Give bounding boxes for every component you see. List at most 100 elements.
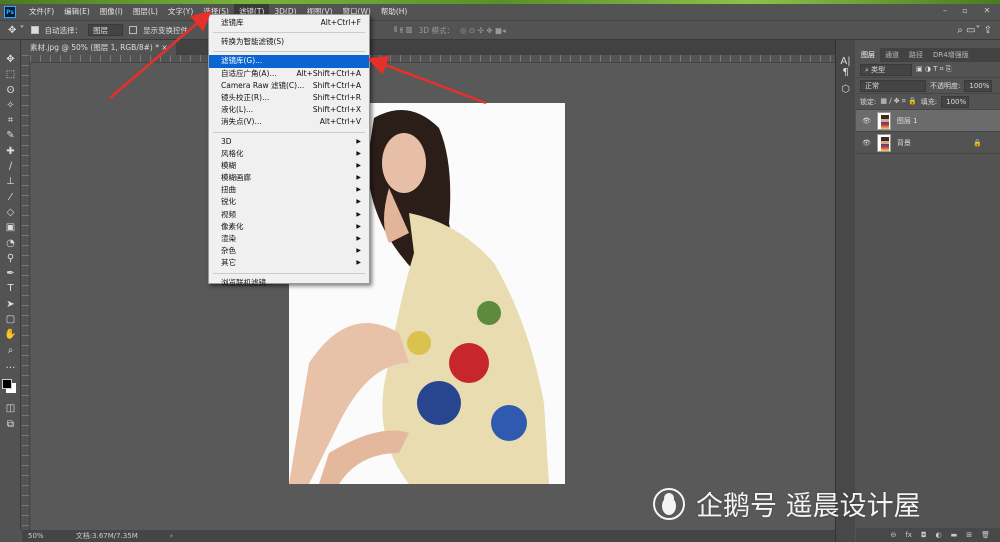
new-layer-icon[interactable]: ⊞ (966, 528, 972, 542)
tool-icon[interactable]: ∕ (0, 159, 21, 174)
filter-menu-item[interactable]: 消失点(V)... Alt+Ctrl+V (209, 116, 369, 128)
filter-menu-item[interactable]: 自适应广角(A)... Alt+Shift+Ctrl+A (209, 68, 369, 80)
trash-icon[interactable]: 🗑 (981, 528, 990, 542)
search-icon[interactable]: ⌕ ▭˅ ⇪ (957, 25, 992, 36)
menu-item-shortcut: Alt+Shift+Ctrl+A (296, 68, 361, 78)
menu-item-label: 3D (221, 136, 232, 146)
auto-select-dropdown[interactable]: 图层 (88, 24, 124, 36)
filter-submenu-item[interactable]: 锐化 ▶ (209, 196, 369, 208)
tool-icon[interactable]: T (0, 281, 21, 296)
menu-item-label: 滤镜库 (221, 18, 244, 27)
filter-menu-item[interactable]: Camera Raw 滤镜(C)... Shift+Ctrl+A (209, 80, 369, 92)
filter-menu-item[interactable]: 转换为智能滤镜(S) (209, 36, 369, 48)
tool-icon[interactable]: ʘ (0, 83, 21, 98)
filter-menu-item[interactable]: 滤镜库(G)... (209, 55, 369, 68)
visibility-eye-icon[interactable]: 👁 (862, 117, 871, 125)
tool-icon[interactable]: ⬚ (0, 67, 21, 82)
mask-icon[interactable]: ◘ (921, 528, 927, 542)
tab-dr4[interactable]: DR4增强版 (928, 48, 974, 62)
show-transform-checkbox[interactable] (129, 26, 138, 34)
tool-icon[interactable]: ◇ (0, 205, 21, 220)
align-icons[interactable]: ⫴ ⫵ ▥ (394, 25, 412, 35)
layer-row[interactable]: 👁 图层 1 (856, 110, 1000, 132)
filter-submenu-item[interactable]: 渲染 ▶ (209, 233, 369, 245)
layer-row[interactable]: 👁 背景 🔒 (856, 132, 1000, 154)
character-panel-icon[interactable]: A| (836, 56, 855, 67)
menu-type[interactable]: 文字(Y) (163, 4, 198, 20)
watermark: 企鹅号 遥晨设计屋 (652, 484, 921, 523)
menu-help[interactable]: 帮助(H) (376, 4, 413, 20)
tool-icon[interactable]: ⚲ (0, 251, 21, 266)
quick-mask-icon[interactable]: ◫ (0, 401, 21, 416)
tool-icon[interactable]: ▢ (0, 312, 21, 327)
filter-submenu-item[interactable]: 3D ▶ (209, 136, 369, 148)
tool-icon[interactable]: ◔ (0, 236, 21, 251)
filter-submenu-item[interactable]: 模糊画廊 ▶ (209, 172, 369, 184)
tool-icon[interactable]: ⌗ (0, 113, 21, 128)
menu-layer[interactable]: 图层(L) (128, 4, 163, 20)
filter-menu-item[interactable]: 液化(L)... Shift+Ctrl+X (209, 104, 369, 116)
tool-icon[interactable]: ✧ (0, 98, 21, 113)
color-swatches[interactable] (0, 373, 20, 401)
fx-icon[interactable]: fx (905, 528, 912, 542)
maximize-icon[interactable]: ▫ (955, 6, 975, 18)
options-bar: ✥ ˅ 自动选择： 图层 显示变换控件 ⫴ ⫵ ▥ 3D 模式： ◎ ⊙ ✣ ✥… (0, 20, 1000, 40)
submenu-arrow-icon: ▶ (356, 174, 361, 182)
zoom-level[interactable]: 50% (28, 532, 44, 540)
3d-tools-icons[interactable]: ◎ ⊙ ✣ ✥ ■◂ (460, 26, 506, 35)
blend-mode-dropdown[interactable]: 正常 (860, 79, 926, 92)
close-icon[interactable]: ✕ (977, 6, 997, 18)
tab-paths[interactable]: 路径 (904, 48, 928, 62)
filter-submenu-item[interactable]: 杂色 ▶ (209, 245, 369, 257)
status-menu-arrow[interactable]: › (170, 532, 173, 540)
paragraph-panel-icon[interactable]: ¶ (836, 67, 855, 78)
auto-select-checkbox[interactable] (30, 26, 39, 34)
filter-submenu-item[interactable]: 其它 ▶ (209, 257, 369, 269)
folder-icon[interactable]: ▬ (951, 528, 958, 542)
screen-mode-icon[interactable]: ⧉ (0, 417, 21, 432)
tool-icon[interactable]: ✒ (0, 266, 21, 281)
menu-item-label: 模糊 (221, 160, 236, 170)
tool-icon[interactable]: ✥ (0, 52, 21, 67)
filter-submenu-item[interactable]: 风格化 ▶ (209, 148, 369, 160)
minimize-icon[interactable]: – (935, 6, 955, 18)
menu-edit[interactable]: 编辑(E) (59, 4, 95, 20)
tool-icon[interactable]: ✚ (0, 144, 21, 159)
collapsed-dock: A| ¶ ⬡ (835, 40, 855, 542)
filter-submenu-item[interactable]: 像素化 ▶ (209, 221, 369, 233)
foreground-color[interactable] (2, 379, 12, 390)
filter-menu-item[interactable]: 浏览联机滤镜... (209, 277, 369, 289)
visibility-eye-icon[interactable]: 👁 (862, 139, 871, 147)
document-tab[interactable]: 素材.jpg @ 50% (图层 1, RGB/8#) * × (22, 40, 176, 55)
filter-submenu-item[interactable]: 视频 ▶ (209, 209, 369, 221)
menu-image[interactable]: 图像(I) (95, 4, 128, 20)
close-tab-icon[interactable]: × (161, 43, 167, 52)
lock-icons[interactable]: ▦ ∕ ✥ ⌗ 🔒 (880, 97, 916, 106)
tool-icon[interactable]: ➤ (0, 297, 21, 312)
filter-submenu-item[interactable]: 扭曲 ▶ (209, 184, 369, 196)
opacity-input[interactable]: 100% (964, 79, 993, 92)
tool-icon[interactable]: ✋ (0, 327, 21, 342)
menu-file[interactable]: 文件(F) (24, 4, 59, 20)
tool-icon[interactable]: ▣ (0, 220, 21, 235)
menubar: Ps 文件(F) 编辑(E) 图像(I) 图层(L) 文字(Y) 选择(S) 滤… (0, 4, 1000, 20)
tab-channels[interactable]: 通道 (880, 48, 904, 62)
tool-icon[interactable]: ⊥ (0, 174, 21, 189)
tool-icon[interactable]: ⁄ (0, 190, 21, 205)
tool-icon[interactable]: ✎ (0, 128, 21, 143)
layer-kind-filter[interactable]: ⌕ 类型 (860, 63, 912, 76)
adjustment-icon[interactable]: ◐ (936, 528, 942, 542)
filter-menu-item[interactable]: 镜头校正(R)... Shift+Ctrl+R (209, 92, 369, 104)
tab-layers[interactable]: 图层 (856, 48, 880, 62)
move-tool-icon[interactable]: ✥ ˅ (8, 25, 25, 36)
layer-name: 背景 (896, 138, 911, 147)
3d-panel-icon[interactable]: ⬡ (836, 84, 855, 95)
link-icon[interactable]: ⊖ (890, 528, 896, 542)
filter-menu-item[interactable]: 滤镜库 Alt+Ctrl+F (209, 17, 369, 29)
fill-input[interactable]: 100% (941, 95, 970, 108)
filter-submenu-item[interactable]: 模糊 ▶ (209, 160, 369, 172)
filter-icons[interactable]: ▣ ◑ T ⌗ ⎘ (916, 65, 951, 74)
menu-separator (213, 272, 365, 274)
tool-icon[interactable]: ⌕ (0, 343, 21, 358)
tool-icon[interactable]: … (0, 358, 21, 373)
